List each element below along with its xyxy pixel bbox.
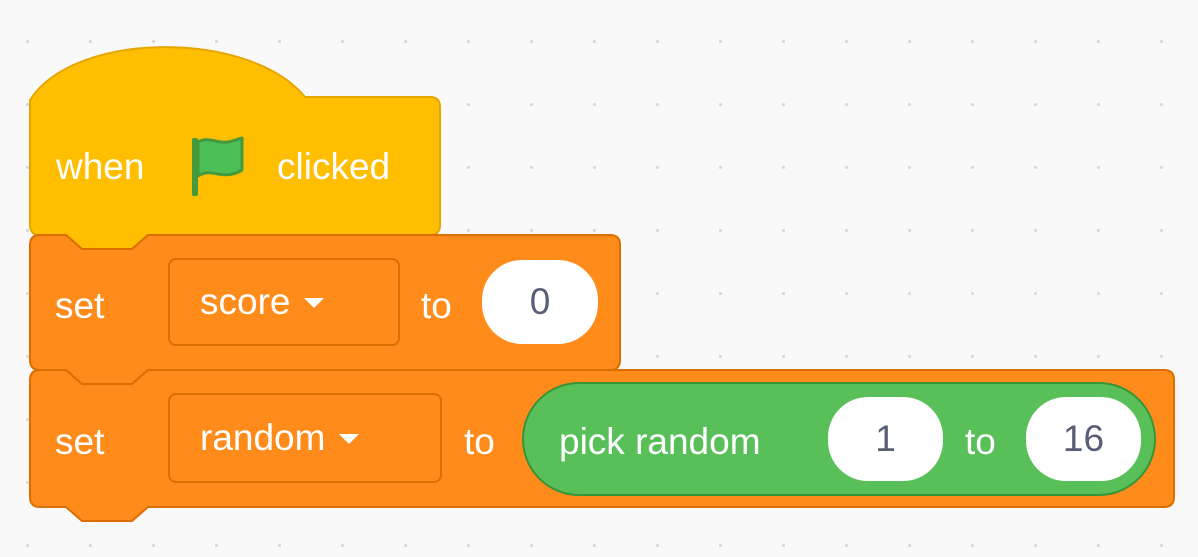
variable-dropdown-random[interactable]: random bbox=[168, 393, 442, 483]
value-input-score[interactable]: 0 bbox=[482, 260, 598, 344]
to-label: to bbox=[421, 285, 452, 326]
set-label: set bbox=[55, 421, 105, 462]
dropdown-caret-icon bbox=[304, 298, 325, 308]
random-from-input[interactable]: 1 bbox=[828, 397, 943, 481]
pick-random-label: pick random bbox=[559, 421, 761, 462]
variable-name: score bbox=[200, 281, 291, 322]
random-to-input[interactable]: 16 bbox=[1026, 397, 1141, 481]
pick-random-to-label: to bbox=[965, 421, 996, 462]
when-label: when bbox=[56, 146, 145, 187]
code-area: when clicked set score to 0 set random t… bbox=[0, 0, 1198, 557]
set-label: set bbox=[55, 285, 105, 326]
clicked-label: clicked bbox=[277, 146, 391, 187]
variable-name: random bbox=[200, 417, 326, 458]
to-label: to bbox=[464, 421, 495, 462]
variable-dropdown-score[interactable]: score bbox=[168, 258, 400, 346]
green-flag-icon bbox=[188, 132, 248, 200]
dropdown-caret-icon bbox=[339, 434, 360, 444]
